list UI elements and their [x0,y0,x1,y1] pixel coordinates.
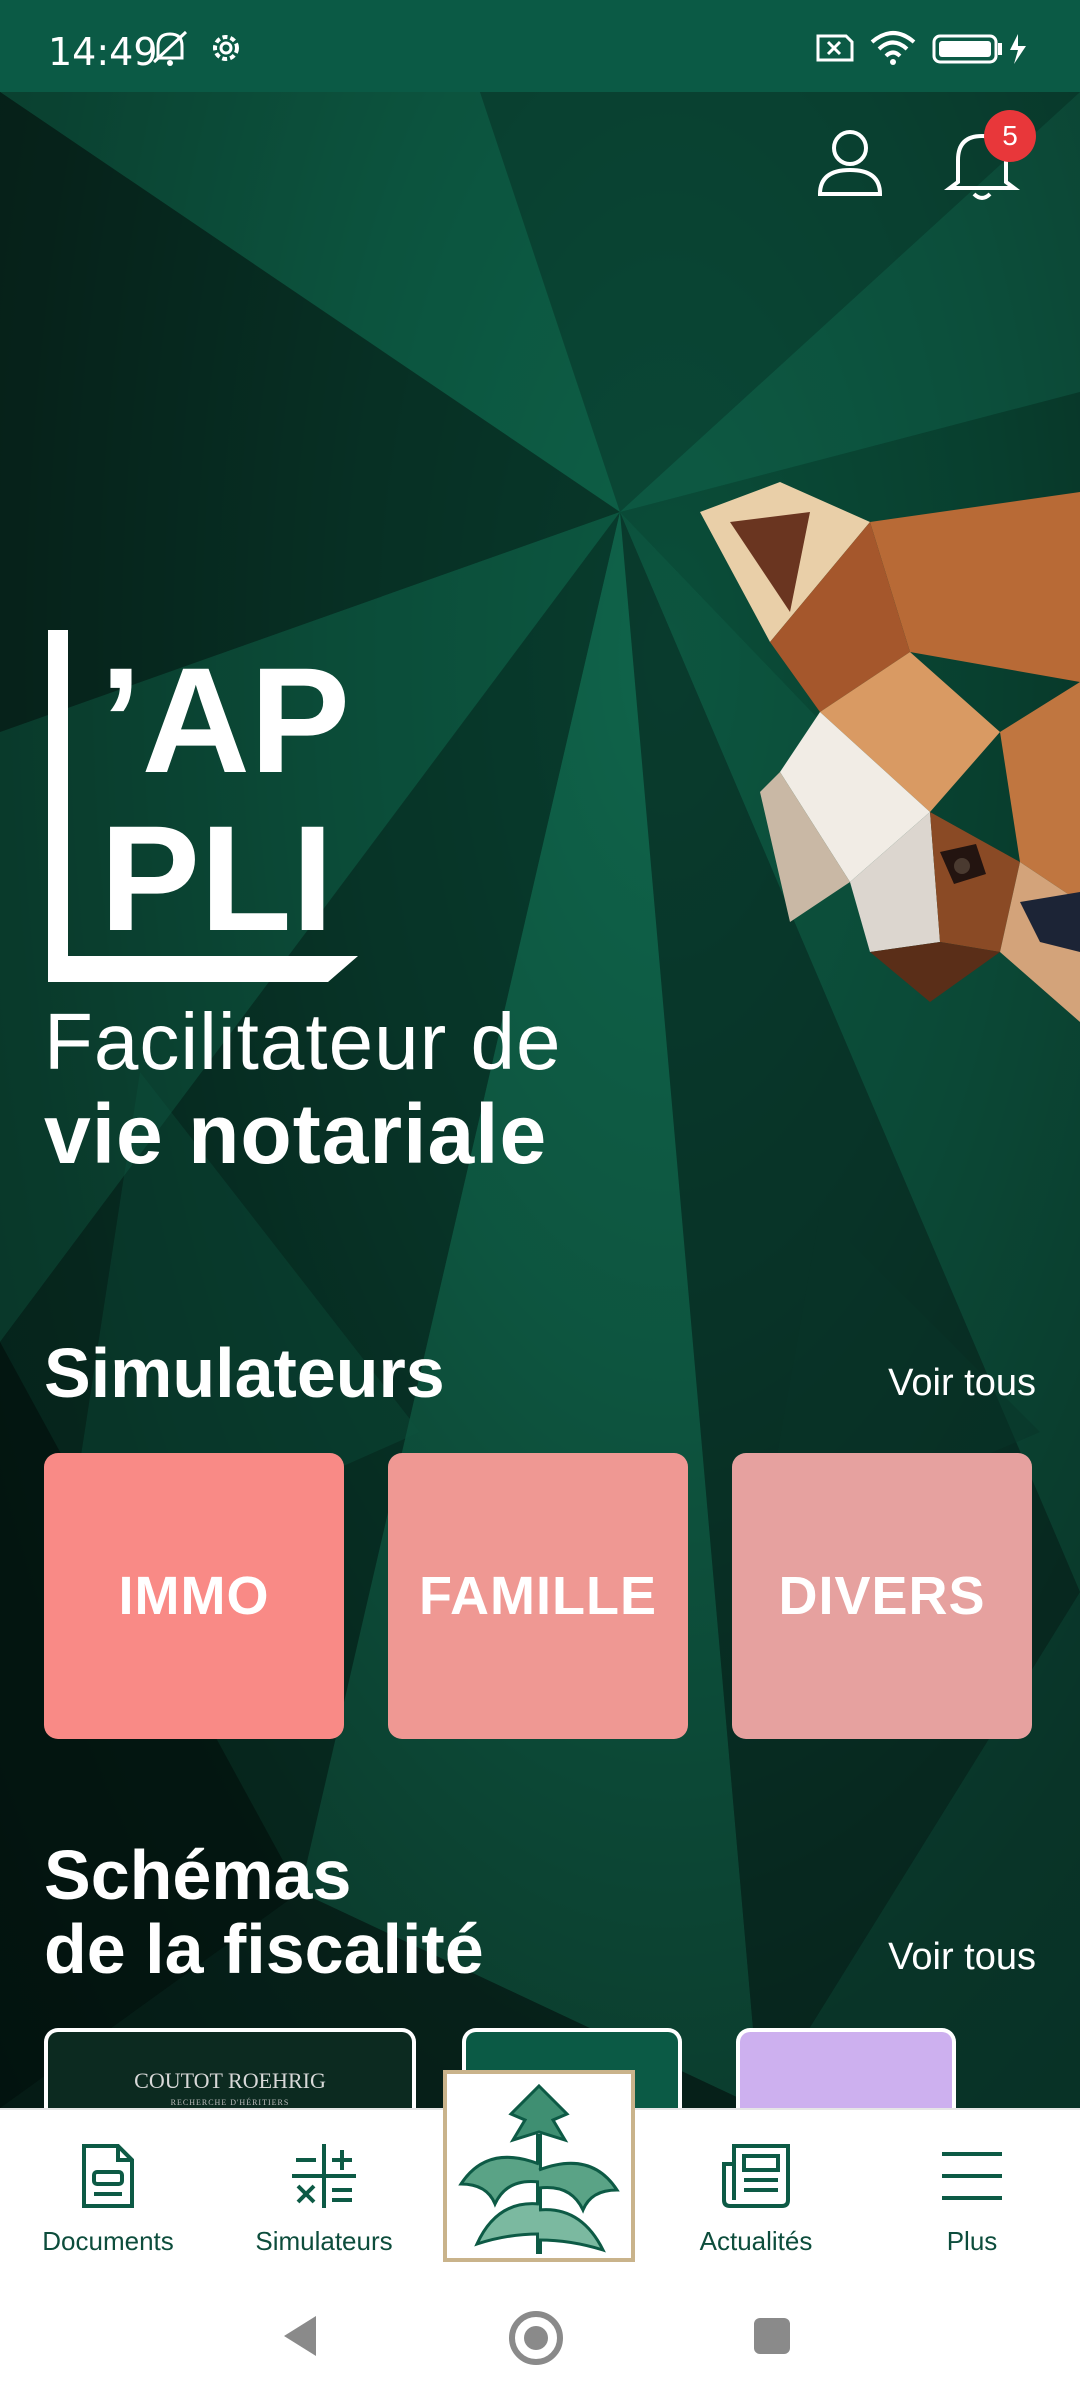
simulateurs-title: Simulateurs [44,1334,445,1412]
home-emblem-button[interactable] [443,2070,635,2262]
schema-card-brand-subtitle: RECHERCHE D'HÉRITIERS [170,2098,290,2107]
appli-logo: ’AP PLI [48,630,358,982]
tagline-line2: vie notariale [44,1087,548,1181]
sim-x-icon [816,34,854,62]
home-icon[interactable] [508,2310,564,2366]
flower-emblem-icon [458,2083,620,2254]
nav-simulateurs[interactable]: Simulateurs [224,2140,424,2257]
status-bar: 14:49 [0,0,1080,92]
document-icon [82,2144,134,2208]
nav-documents-label: Documents [42,2226,174,2256]
tagline-line1: Facilitateur de [44,997,562,1086]
nav-simulateurs-label: Simulateurs [255,2226,393,2256]
schemas-title-line2: de la fiscalité [44,1910,484,1988]
logo-line2: PLI [100,794,333,962]
settings-gear-icon [213,35,239,61]
sim-card-immo[interactable]: IMMO [44,1453,344,1739]
schemas-title-line1: Schémas [44,1836,352,1914]
notification-badge: 5 [984,110,1036,162]
menu-icon [942,2152,1002,2200]
nav-actualites-label: Actualités [699,2226,813,2256]
battery-charging-icon [932,34,1026,64]
wifi-icon [870,31,916,65]
schemas-see-all-link[interactable]: Voir tous [888,1936,1036,1979]
newspaper-icon [722,2144,790,2208]
nav-plus[interactable]: Plus [872,2140,1072,2257]
notifications-muted-icon [152,30,188,66]
recents-icon[interactable] [752,2316,792,2356]
sim-card-divers[interactable]: DIVERS [732,1453,1032,1739]
logo-line1: ’AP [100,636,350,804]
schema-card-brand: COUTOT ROEHRIG [134,2068,326,2093]
sim-card-famille[interactable]: FAMILLE [388,1453,688,1739]
status-time: 14:49 [48,30,158,74]
nav-documents[interactable]: Documents [8,2140,208,2257]
calculator-icon [292,2144,356,2208]
simulateurs-see-all-link[interactable]: Voir tous [888,1362,1036,1405]
nav-actualites[interactable]: Actualités [656,2140,856,2257]
back-icon[interactable] [280,2312,320,2360]
red-panda-illustration [700,482,1080,1022]
system-navigation-bar [0,2272,1080,2400]
nav-plus-label: Plus [946,2226,998,2256]
profile-icon[interactable] [812,124,888,200]
